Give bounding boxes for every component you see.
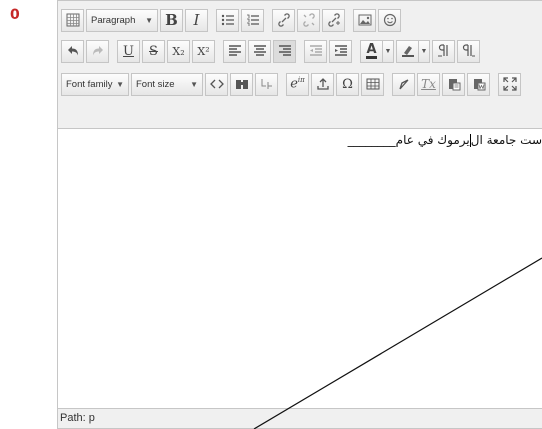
text-color-label: A: [366, 41, 377, 59]
font-size-label: Font size: [136, 78, 175, 90]
ltr-icon[interactable]: [432, 39, 455, 63]
numbered-list-icon[interactable]: [241, 8, 264, 32]
highlight-color-icon[interactable]: [396, 39, 419, 63]
link-icon[interactable]: [272, 8, 295, 32]
required-marker: 0: [10, 7, 20, 23]
chevron-down-icon: ▼: [145, 15, 153, 25]
toolbar-row-3: Font family ▼ Font size ▼ eiπ Ω Tx: [61, 71, 523, 97]
superscript-button[interactable]: X²: [192, 39, 215, 63]
chevron-down-icon[interactable]: ▼: [419, 39, 430, 63]
search-replace-icon[interactable]: [230, 72, 253, 96]
anchor-link-icon[interactable]: [322, 8, 345, 32]
eraser-icon[interactable]: [392, 72, 415, 96]
nonbreaking-space-icon[interactable]: [255, 72, 278, 96]
strikethrough-button[interactable]: S: [142, 39, 165, 63]
highlight-color-button[interactable]: ▼: [396, 39, 430, 63]
unlink-icon[interactable]: [297, 8, 320, 32]
toolbar-toggle-icon[interactable]: [61, 8, 84, 32]
code-icon[interactable]: [205, 72, 228, 96]
editor-toolbar: Paragraph ▼ B I U S X₂ X² A ▼ ▼ Font fam…: [58, 1, 542, 129]
outdent-icon[interactable]: [304, 39, 327, 63]
fullscreen-icon[interactable]: [498, 72, 521, 96]
font-family-label: Font family: [66, 78, 113, 90]
paragraph-format-select[interactable]: Paragraph ▼: [86, 8, 158, 32]
editor-content-area[interactable]: ست جامعة اليرموك في عام________: [58, 129, 542, 409]
text-color-button[interactable]: A ▼: [360, 39, 394, 63]
rtl-icon[interactable]: [457, 39, 480, 63]
chevron-down-icon: ▼: [116, 79, 124, 89]
bullet-list-icon[interactable]: [216, 8, 239, 32]
subscript-button[interactable]: X₂: [167, 39, 190, 63]
equation-icon[interactable]: eiπ: [286, 72, 309, 96]
paste-word-icon[interactable]: [467, 72, 490, 96]
redo-icon[interactable]: [86, 39, 109, 63]
image-icon[interactable]: [353, 8, 376, 32]
text-before-caret: ست جامعة ال: [470, 133, 542, 147]
editor-statusbar: Path: p: [58, 408, 542, 428]
align-center-icon[interactable]: [248, 39, 271, 63]
special-character-button[interactable]: Ω: [336, 72, 359, 96]
table-icon[interactable]: [361, 72, 384, 96]
align-left-icon[interactable]: [223, 39, 246, 63]
editor-paragraph: ست جامعة اليرموك في عام________: [348, 133, 542, 147]
smiley-icon[interactable]: [378, 8, 401, 32]
rich-text-editor: Paragraph ▼ B I U S X₂ X² A ▼ ▼ Font fam…: [57, 0, 542, 429]
element-path: Path: p: [60, 412, 95, 424]
text-color-icon[interactable]: A: [360, 39, 383, 63]
upload-icon[interactable]: [311, 72, 334, 96]
font-size-select[interactable]: Font size ▼: [131, 72, 203, 96]
toolbar-row-2: U S X₂ X² A ▼ ▼: [61, 38, 482, 64]
paste-text-icon[interactable]: [442, 72, 465, 96]
align-right-icon[interactable]: [273, 39, 296, 63]
paragraph-format-label: Paragraph: [91, 14, 136, 26]
italic-button[interactable]: I: [185, 8, 208, 32]
undo-icon[interactable]: [61, 39, 84, 63]
underline-button[interactable]: U: [117, 39, 140, 63]
font-family-select[interactable]: Font family ▼: [61, 72, 129, 96]
text-after-caret: يرموك في عام________: [347, 133, 470, 147]
indent-icon[interactable]: [329, 39, 352, 63]
remove-format-button[interactable]: Tx: [417, 72, 440, 96]
toolbar-row-1: Paragraph ▼ B I: [61, 7, 403, 33]
chevron-down-icon: ▼: [190, 79, 198, 89]
bold-button[interactable]: B: [160, 8, 183, 32]
chevron-down-icon[interactable]: ▼: [383, 39, 394, 63]
